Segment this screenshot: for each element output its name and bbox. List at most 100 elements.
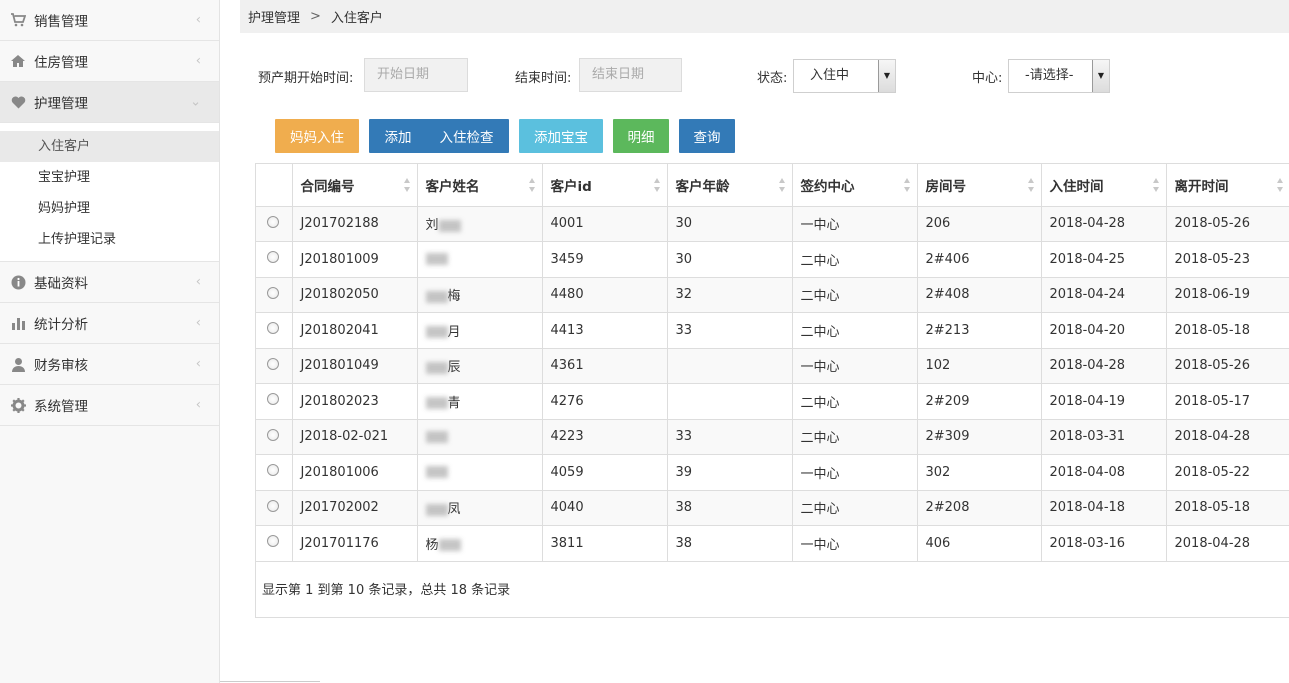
table-row[interactable]: J201801049 辰 4361 一中心 102 2018-04-28 2018-05-2… — [256, 348, 1289, 384]
mom-checkin-button[interactable]: 妈妈入住 — [275, 119, 359, 153]
customer-name: 辰 — [447, 360, 461, 376]
table-cell: 2018-04-08 — [1041, 454, 1167, 491]
sort-icon[interactable] — [1276, 177, 1284, 193]
row-radio-button[interactable] — [267, 322, 279, 335]
column-header[interactable]: 入住时间 — [1041, 164, 1167, 207]
table-row[interactable]: J201801009 3459 30 二中心 2#406 2018-04-25 2018-0… — [256, 241, 1289, 278]
table-row[interactable]: J201702188 刘 4001 30 一中心 206 2018-04-28 2018-05… — [256, 206, 1289, 242]
row-radio-button[interactable] — [267, 215, 279, 228]
table-cell: 2018-04-28 — [1041, 206, 1167, 242]
cell-value: 3811 — [550, 535, 584, 551]
query-button[interactable]: 查询 — [679, 119, 735, 153]
center-select[interactable]: -请选择- ▼ — [1008, 59, 1110, 93]
sort-icon[interactable] — [1152, 177, 1160, 193]
cell-value: 二中心 — [800, 431, 840, 447]
end-date-input[interactable]: 结束日期 — [579, 58, 682, 92]
table-row[interactable]: J201801006 4059 39 一中心 302 2018-04-08 2018-05-… — [256, 454, 1289, 491]
sidebar-item-system[interactable]: 系统管理 ‹ — [0, 385, 219, 426]
chevron-left-icon: ‹ — [195, 315, 201, 331]
add-baby-button[interactable]: 添加宝宝 — [519, 119, 603, 153]
table-cell: 2018-05-23 — [1166, 241, 1289, 278]
table-cell: 2018-05-18 — [1166, 312, 1289, 349]
sort-icon[interactable] — [778, 177, 786, 193]
row-radio-button[interactable] — [267, 357, 279, 370]
column-header[interactable]: 离开时间 — [1166, 164, 1289, 207]
submenu-item-checkin-customers[interactable]: 入住客户 — [0, 131, 219, 162]
table-row[interactable]: J201802023 青 4276 二中心 2#209 2018-04-19 2018-05… — [256, 383, 1289, 420]
submenu-item-upload-records[interactable]: 上传护理记录 — [0, 224, 219, 255]
row-radio-button[interactable] — [267, 535, 279, 548]
row-select-cell — [256, 241, 293, 278]
add-checkin-inspection-button[interactable]: 添加 入住检查 — [369, 119, 509, 153]
table-cell: 4276 — [542, 383, 668, 420]
sidebar-item-nursing[interactable]: 护理管理 ⌄ — [0, 82, 219, 123]
row-radio-button[interactable] — [267, 464, 279, 477]
column-header[interactable]: 合同编号 — [292, 164, 418, 207]
cell-value: J201801006 — [300, 464, 379, 480]
dropdown-arrow-icon[interactable]: ▼ — [1092, 60, 1109, 92]
status-select[interactable]: 入住中 ▼ — [793, 59, 896, 93]
cell-value: 二中心 — [800, 324, 840, 340]
table-cell: 二中心 — [792, 490, 918, 526]
sidebar-item-housing[interactable]: 住房管理 ‹ — [0, 41, 219, 82]
row-radio-button[interactable] — [267, 286, 279, 299]
table-row[interactable]: J201702002 凤 4040 38 二中心 2#208 2018-04-18 2018-… — [256, 490, 1289, 526]
breadcrumb-parent[interactable]: 护理管理 — [248, 7, 300, 26]
column-header[interactable]: 客户id — [542, 164, 668, 207]
row-radio-button[interactable] — [267, 428, 279, 441]
table-cell: J201802050 — [292, 277, 418, 313]
sort-icon[interactable] — [653, 177, 661, 193]
table-cell: 4480 — [542, 277, 668, 313]
table-cell: J201701176 — [292, 525, 418, 562]
column-header[interactable]: 客户年龄 — [667, 164, 793, 207]
table-cell: 206 — [917, 206, 1042, 242]
table-row[interactable]: J201701176 杨 3811 38 一中心 406 2018-03-16 2018-04… — [256, 525, 1289, 562]
submenu-item-mom-care[interactable]: 妈妈护理 — [0, 193, 219, 224]
table-cell: 辰 — [417, 348, 543, 384]
sort-icon[interactable] — [403, 177, 411, 193]
table-row[interactable]: J2018-02-021 4223 33 二中心 2#309 2018-03-31 2018… — [256, 419, 1289, 455]
column-header[interactable]: 房间号 — [917, 164, 1042, 207]
start-date-input[interactable]: 开始日期 — [364, 58, 468, 92]
table-row[interactable]: J201802041 月 4413 33 二中心 2#213 2018-04-20 2018-… — [256, 312, 1289, 349]
table-cell: 38 — [667, 490, 793, 526]
center-label: 中心: — [972, 71, 1003, 86]
sort-icon[interactable] — [528, 177, 536, 193]
table-cell: J201801049 — [292, 348, 418, 384]
center-select-value: -请选择- — [1025, 68, 1074, 83]
column-header-label: 离开时间 — [1174, 178, 1229, 195]
table-cell: 38 — [667, 525, 793, 562]
sort-icon[interactable] — [1027, 177, 1035, 193]
sort-icon[interactable] — [903, 177, 911, 193]
sidebar-item-sales[interactable]: 销售管理 ‹ — [0, 0, 219, 41]
sidebar-item-basic-data[interactable]: 基础资料 ‹ — [0, 262, 219, 303]
sidebar-item-label: 系统管理 — [34, 399, 88, 415]
row-radio-button[interactable] — [267, 499, 279, 512]
dropdown-arrow-icon[interactable]: ▼ — [878, 60, 895, 92]
table-cell: 二中心 — [792, 277, 918, 313]
redacted-text — [425, 430, 448, 443]
detail-button[interactable]: 明细 — [613, 119, 669, 153]
customer-name: 月 — [447, 324, 461, 340]
column-header[interactable]: 签约中心 — [792, 164, 918, 207]
cell-value: 2018-04-25 — [1049, 251, 1126, 267]
cell-value: 3459 — [550, 251, 584, 267]
row-radio-button[interactable] — [267, 251, 279, 264]
table-cell: 2018-03-16 — [1041, 525, 1167, 562]
submenu-item-baby-care[interactable]: 宝宝护理 — [0, 162, 219, 193]
cell-value: 2018-05-26 — [1174, 216, 1251, 232]
table-cell: 102 — [917, 348, 1042, 384]
table-cell — [417, 241, 543, 278]
sidebar-item-finance[interactable]: 财务审核 ‹ — [0, 344, 219, 385]
table-cell: 302 — [917, 454, 1042, 491]
gear-icon — [9, 396, 27, 414]
redacted-text — [425, 397, 448, 410]
chevron-left-icon: ‹ — [195, 356, 201, 372]
column-header-label: 入住时间 — [1049, 178, 1104, 195]
sidebar-item-statistics[interactable]: 统计分析 ‹ — [0, 303, 219, 344]
table-cell: 2018-04-20 — [1041, 312, 1167, 349]
row-radio-button[interactable] — [267, 393, 279, 406]
customer-name: 杨 — [425, 537, 439, 553]
column-header[interactable]: 客户姓名 — [417, 164, 543, 207]
table-row[interactable]: J201802050 梅 4480 32 二中心 2#408 2018-04-24 2018-… — [256, 277, 1289, 313]
